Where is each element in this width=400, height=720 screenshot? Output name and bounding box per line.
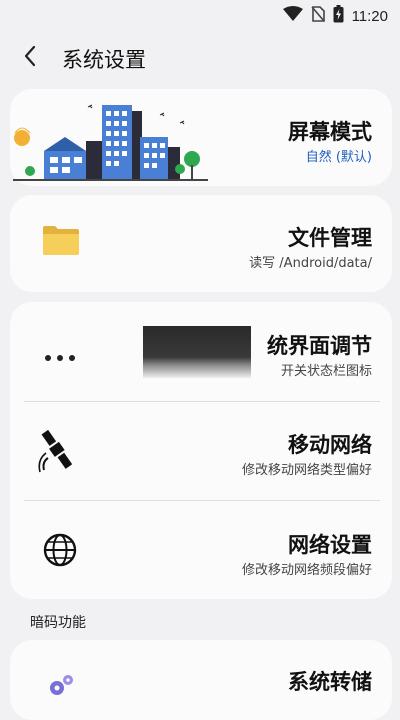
satellite-icon	[38, 426, 78, 480]
wifi-icon	[282, 6, 303, 26]
ui-tuner-title: 统界面调节	[267, 334, 372, 358]
file-manager-title: 文件管理	[288, 226, 372, 250]
status-bar: 11:20	[0, 0, 400, 28]
network-settings-subtitle: 修改移动网络频段偏好	[241, 563, 372, 578]
screen-mode-title: 屏幕模式	[288, 120, 372, 144]
more-dots-icon	[44, 347, 76, 366]
mobile-network-title: 移动网络	[288, 433, 372, 457]
redaction-overlay	[143, 326, 251, 378]
system-dump-title: 系统转储	[288, 670, 372, 694]
page-title: 系统设置	[62, 48, 146, 72]
network-settings-title: 网络设置	[288, 533, 372, 557]
system-dump-card: 系统转储	[10, 640, 392, 720]
globe-icon	[42, 532, 78, 572]
back-button[interactable]	[14, 42, 46, 74]
gears-icon	[46, 672, 76, 704]
section-label: 暗码功能	[30, 615, 86, 631]
mobile-network-subtitle: 修改移动网络类型偏好	[241, 463, 372, 478]
city-illustration-icon	[10, 93, 210, 190]
folder-icon	[42, 224, 80, 260]
system-dump-row[interactable]: 系统转储	[10, 640, 392, 720]
status-time: 11:20	[351, 7, 388, 25]
file-manager-card: 文件管理 读写 /Android/data/	[10, 195, 392, 292]
screen-mode-subtitle: 自然 (默认)	[305, 150, 372, 165]
network-settings-row[interactable]: 网络设置 修改移动网络频段偏好	[10, 501, 392, 599]
mobile-network-row[interactable]: 移动网络 修改移动网络类型偏好	[10, 402, 392, 500]
app-bar: 系统设置	[0, 36, 400, 80]
chevron-left-icon	[22, 44, 38, 72]
screen-mode-card: 屏幕模式 自然 (默认)	[10, 89, 392, 186]
screen-mode-row[interactable]: 屏幕模式 自然 (默认)	[10, 89, 392, 186]
file-manager-row[interactable]: 文件管理 读写 /Android/data/	[10, 195, 392, 292]
file-manager-subtitle: 读写 /Android/data/	[249, 256, 372, 271]
no-sim-icon	[310, 6, 325, 26]
battery-charging-icon	[333, 5, 344, 27]
ui-tuner-subtitle: 开关状态栏图标	[280, 364, 372, 379]
